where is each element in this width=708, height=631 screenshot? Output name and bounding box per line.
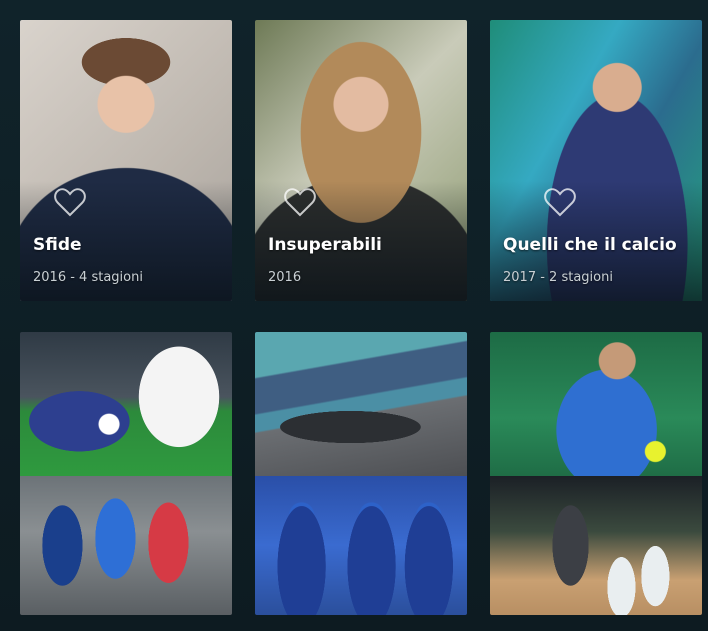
heart-outline-icon[interactable] [543, 186, 577, 218]
series-title: Quelli che il calcio [503, 235, 677, 255]
formula1-photo [255, 332, 467, 476]
series-row: Sfide 2016 - 4 stagioni Insuperabili 201… [0, 20, 708, 301]
heart-outline-icon[interactable] [53, 186, 87, 218]
sports-collage-card[interactable] [490, 332, 702, 615]
heart-outline-icon[interactable] [283, 186, 317, 218]
series-info: 2016 [268, 270, 302, 285]
series-info: 2017 - 2 stagioni [503, 270, 613, 285]
sports-collage-card[interactable] [20, 332, 232, 615]
series-info: 2016 - 4 stagioni [33, 270, 143, 285]
basketball-photo [490, 476, 702, 615]
series-title: Sfide [33, 235, 82, 255]
series-card-quelli-che-il-calcio[interactable]: Quelli che il calcio 2017 - 2 stagioni [490, 20, 702, 301]
series-card-insuperabili[interactable]: Insuperabili 2016 [255, 20, 467, 301]
catalog-page: Sfide 2016 - 4 stagioni Insuperabili 201… [0, 0, 708, 631]
sports-row [0, 332, 708, 615]
cycling-photo [20, 476, 232, 615]
series-card-sfide[interactable]: Sfide 2016 - 4 stagioni [20, 20, 232, 301]
sports-collage-card[interactable] [255, 332, 467, 615]
soccer-photo [20, 332, 232, 476]
series-title: Insuperabili [268, 235, 382, 255]
waterpolo-photo [255, 476, 467, 615]
tennis-photo [490, 332, 702, 476]
